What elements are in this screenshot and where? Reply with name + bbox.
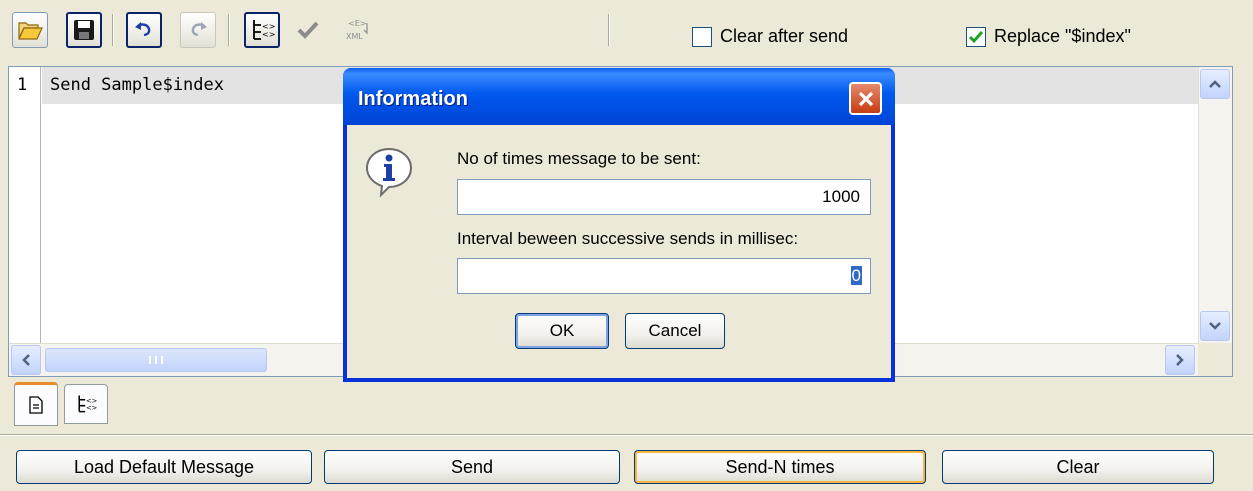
dialog-title: Information bbox=[358, 88, 468, 110]
interval-input[interactable]: 0 bbox=[457, 258, 871, 294]
clear-after-send-checkbox[interactable] bbox=[692, 26, 712, 47]
interval-label: Interval beween successive sends in mill… bbox=[457, 229, 799, 248]
scroll-up-button[interactable] bbox=[1200, 69, 1230, 99]
tree-view-icon: <> <> bbox=[78, 395, 97, 413]
checkmark-icon bbox=[968, 30, 984, 43]
svg-text:<>: <> bbox=[86, 404, 97, 412]
document-icon bbox=[29, 396, 43, 414]
toolbar-separator bbox=[228, 14, 230, 46]
save-button[interactable] bbox=[66, 12, 102, 48]
xml-format-button[interactable]: <E> XML bbox=[340, 12, 376, 48]
clear-after-send-option[interactable]: Clear after send bbox=[692, 26, 848, 47]
floppy-save-icon bbox=[74, 20, 94, 40]
redo-button[interactable] bbox=[180, 12, 216, 48]
interval-value-selected: 0 bbox=[850, 266, 862, 285]
svg-text:<>: <> bbox=[262, 30, 275, 39]
toolbar-separator bbox=[608, 14, 610, 46]
close-button[interactable] bbox=[849, 82, 882, 115]
chevron-left-icon bbox=[22, 354, 30, 366]
load-default-message-button[interactable]: Load Default Message bbox=[16, 450, 312, 484]
clear-after-send-label: Clear after send bbox=[720, 26, 849, 46]
undo-icon bbox=[135, 22, 151, 37]
redo-icon bbox=[191, 22, 207, 37]
checkmark-icon bbox=[297, 21, 319, 39]
close-icon bbox=[858, 91, 873, 106]
chevron-up-icon bbox=[1209, 80, 1221, 88]
scroll-down-button[interactable] bbox=[1200, 311, 1230, 341]
tab-divider bbox=[0, 434, 1253, 436]
send-n-times-button[interactable]: Send-N times bbox=[634, 450, 926, 484]
count-label: No of times message to be sent: bbox=[457, 149, 701, 168]
dialog-titlebar[interactable]: Information bbox=[343, 68, 895, 125]
line-number: 1 bbox=[17, 75, 28, 95]
toolbar: <> <> <E> XML Clear after send Replace "… bbox=[0, 0, 1253, 66]
line-number-gutter: 1 bbox=[9, 67, 41, 343]
scrollbar-thumb[interactable] bbox=[45, 348, 267, 372]
scrollbar-corner bbox=[1198, 343, 1232, 376]
replace-index-option[interactable]: Replace "$index" bbox=[966, 26, 1131, 47]
svg-text:XML: XML bbox=[346, 32, 363, 41]
scroll-right-button[interactable] bbox=[1165, 345, 1195, 375]
editor-line[interactable]: Send Sample$index bbox=[50, 75, 224, 95]
scroll-left-button[interactable] bbox=[11, 345, 41, 375]
send-button[interactable]: Send bbox=[324, 450, 620, 484]
cancel-button[interactable]: Cancel bbox=[625, 313, 725, 349]
replace-index-label: Replace "$index" bbox=[994, 26, 1131, 46]
svg-text:<E>: <E> bbox=[348, 19, 366, 28]
toolbar-separator bbox=[112, 14, 114, 46]
validate-button[interactable] bbox=[290, 12, 326, 48]
clear-button[interactable]: Clear bbox=[942, 450, 1214, 484]
tab-text-view[interactable] bbox=[14, 382, 58, 426]
dialog-body: No of times message to be sent: 1000 Int… bbox=[347, 125, 891, 378]
chevron-right-icon bbox=[1176, 354, 1184, 366]
open-button[interactable] bbox=[12, 12, 48, 48]
xml-icon: <E> XML bbox=[346, 19, 368, 41]
folder-open-icon bbox=[18, 22, 43, 40]
tab-tree-view[interactable]: <> <> bbox=[64, 384, 108, 424]
vertical-scrollbar[interactable] bbox=[1198, 67, 1232, 343]
chevron-down-icon bbox=[1209, 322, 1221, 330]
replace-index-checkbox[interactable] bbox=[966, 26, 986, 47]
tree-view-button[interactable]: <> <> bbox=[244, 12, 280, 48]
info-icon bbox=[365, 147, 413, 197]
scroll-grip-icon bbox=[149, 356, 163, 364]
undo-button[interactable] bbox=[126, 12, 162, 48]
count-input[interactable]: 1000 bbox=[457, 179, 871, 215]
tree-view-icon: <> <> bbox=[253, 20, 275, 40]
information-dialog: Information No of times message to be se… bbox=[343, 68, 895, 382]
ok-button[interactable]: OK bbox=[515, 313, 609, 349]
